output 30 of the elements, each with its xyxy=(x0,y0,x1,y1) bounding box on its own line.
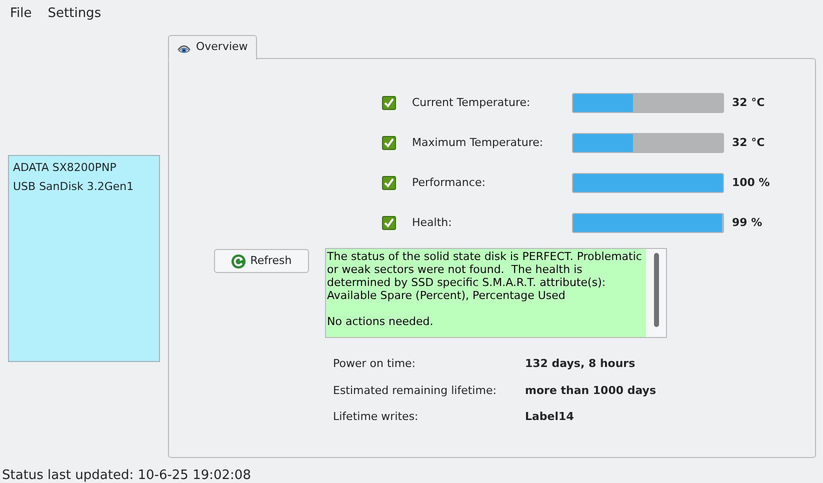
detail-value: more than 1000 days xyxy=(525,382,656,398)
device-list[interactable]: ADATA SX8200PNP USB SanDisk 3.2Gen1 xyxy=(8,155,160,362)
metric-value: 32 °C xyxy=(732,134,765,151)
refresh-button[interactable]: Refresh xyxy=(214,249,309,273)
status-message: The status of the solid state disk is PERFECT. Problematic or weak sectors were not found. The health is determined by SSD specific S.M.A.R.T. attribute(s): Available Spare (Percent), Percentage Used xyxy=(327,250,642,302)
checkbox[interactable] xyxy=(382,96,396,110)
detail-label: Power on time: xyxy=(333,356,417,372)
menu-item[interactable]: Settings xyxy=(48,4,102,24)
checkbox[interactable] xyxy=(382,176,396,190)
detail-value: Label14 xyxy=(525,409,574,425)
metric-value: 100 % xyxy=(732,174,770,191)
refresh-icon xyxy=(231,254,246,268)
menu-item[interactable]: File xyxy=(10,4,32,24)
device-item[interactable]: USB SanDisk 3.2Gen1 xyxy=(9,177,159,196)
scrollbar-thumb[interactable] xyxy=(654,253,658,327)
detail-label: Lifetime writes: xyxy=(333,409,420,425)
checkbox[interactable] xyxy=(382,136,396,150)
detail-label: Estimated remaining lifetime: xyxy=(333,382,498,398)
metric-label: Health: xyxy=(412,214,453,231)
status-text: Status last updated: 10-6-25 19:02:08 xyxy=(2,467,251,483)
status-message: No actions needed. xyxy=(327,315,434,328)
metric-value: 32 °C xyxy=(732,94,765,111)
metric-value: 99 % xyxy=(732,214,762,231)
checkbox[interactable] xyxy=(382,216,396,230)
metric-label: Maximum Temperature: xyxy=(412,134,544,151)
tab[interactable]: Overview xyxy=(168,35,257,60)
metric-label: Current Temperature: xyxy=(412,94,532,111)
device-item[interactable]: ADATA SX8200PNP xyxy=(9,158,159,177)
detail-value: 132 days, 8 hours xyxy=(525,356,636,372)
metric-label: Performance: xyxy=(412,174,486,191)
